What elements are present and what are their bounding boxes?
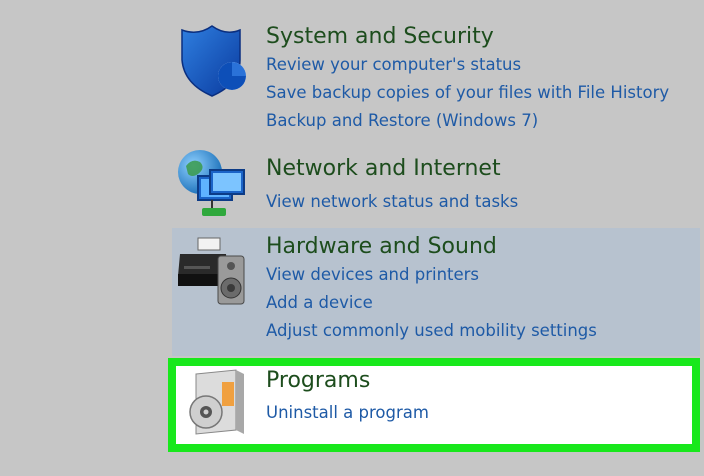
programs-box-icon[interactable]	[184, 368, 256, 444]
link-backup-and-restore[interactable]: Backup and Restore (Windows 7)	[266, 110, 538, 132]
link-view-network-status[interactable]: View network status and tasks	[266, 191, 518, 213]
printer-speaker-icon[interactable]	[176, 236, 248, 312]
network-globe-icon[interactable]	[176, 148, 248, 224]
category-title-hardware-and-sound[interactable]: Hardware and Sound	[266, 233, 497, 261]
link-add-a-device[interactable]: Add a device	[266, 292, 373, 314]
link-adjust-mobility-settings[interactable]: Adjust commonly used mobility settings	[266, 320, 597, 342]
link-file-history-backup[interactable]: Save backup copies of your files with Fi…	[266, 82, 669, 104]
category-title-system-and-security[interactable]: System and Security	[266, 23, 494, 51]
category-title-programs[interactable]: Programs	[266, 367, 370, 395]
link-view-devices-and-printers[interactable]: View devices and printers	[266, 264, 479, 286]
shield-icon[interactable]	[176, 24, 248, 100]
link-review-computer-status[interactable]: Review your computer's status	[266, 54, 521, 76]
link-uninstall-a-program[interactable]: Uninstall a program	[266, 402, 429, 424]
category-title-network-and-internet[interactable]: Network and Internet	[266, 155, 501, 183]
